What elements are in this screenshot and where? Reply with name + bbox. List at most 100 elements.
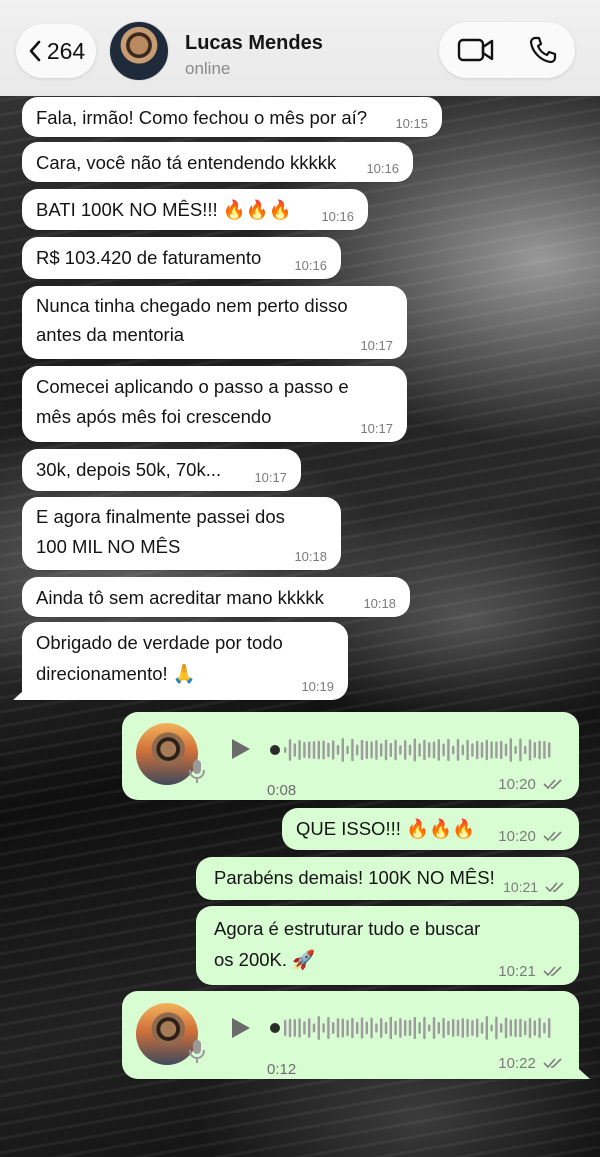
audio-duration: 0:12 xyxy=(267,1061,297,1078)
waveform-bar xyxy=(370,1017,373,1039)
message-time: 10:21 xyxy=(498,964,565,980)
message-outgoing[interactable]: Parabéns demais! 100K NO MÊS! 10:21 xyxy=(196,857,579,900)
contact-name[interactable]: Lucas Mendes xyxy=(185,32,323,55)
message-incoming[interactable]: 30k, depois 50k, 70k... 10:17 xyxy=(22,449,301,491)
microphone-icon xyxy=(189,760,205,783)
double-check-icon xyxy=(543,831,562,842)
waveform-bar xyxy=(456,1019,460,1037)
message-text: Agora é estruturar tudo e buscar xyxy=(214,918,481,939)
time-text: 10:20 xyxy=(498,828,536,845)
message-text: QUE ISSO!!! 🔥🔥🔥 xyxy=(296,818,476,839)
audio-waveform[interactable] xyxy=(270,737,560,763)
message-text: R$ 103.420 de faturamento xyxy=(36,247,262,268)
waveform-bar xyxy=(432,1017,436,1039)
waveform-bar xyxy=(428,1024,431,1032)
waveform-bar xyxy=(356,744,359,756)
waveform-bar xyxy=(476,1018,479,1038)
message-text: Cara, você não tá entendendo kkkkk xyxy=(36,152,337,173)
message-outgoing[interactable]: QUE ISSO!!! 🔥🔥🔥 10:20 xyxy=(282,808,579,850)
message-time: 10:15 xyxy=(395,116,428,131)
message-incoming[interactable]: Comecei aplicando o passo a passo e mês … xyxy=(22,366,407,442)
audio-waveform[interactable] xyxy=(270,1015,560,1041)
waveform-bar xyxy=(351,738,354,762)
message-time: 10:16 xyxy=(321,209,354,224)
back-button[interactable]: 264 xyxy=(16,24,96,78)
contact-avatar[interactable] xyxy=(109,21,169,81)
waveform-bar xyxy=(408,744,412,756)
chevron-left-icon xyxy=(29,40,41,62)
waveform-bar xyxy=(538,1017,541,1039)
play-icon[interactable] xyxy=(230,737,252,761)
waveform-bar xyxy=(528,1017,532,1039)
waveform-bar xyxy=(404,740,407,760)
waveform-bar xyxy=(356,1021,359,1035)
message-text: os 200K. 🚀 xyxy=(214,949,316,970)
waveform-bar xyxy=(524,745,527,755)
message-time: 10:21 xyxy=(503,879,567,895)
message-time: 10:17 xyxy=(360,421,393,436)
waveform-bar xyxy=(533,742,536,758)
waveform-bar xyxy=(490,1024,493,1032)
waveform-bar xyxy=(519,1018,522,1038)
message-incoming[interactable]: BATI 100K NO MÊS!!! 🔥🔥🔥 10:16 xyxy=(22,189,368,230)
waveform-bar xyxy=(461,744,464,756)
message-incoming[interactable]: Ainda tô sem acreditar mano kkkkk 10:18 xyxy=(22,577,410,617)
waveform-bar xyxy=(284,747,287,753)
waveform-bar xyxy=(495,1016,498,1040)
waveform-bar xyxy=(404,1019,407,1037)
unread-count: 264 xyxy=(46,37,86,64)
waveform-bar xyxy=(399,745,402,755)
waveform-bar xyxy=(384,1021,388,1035)
message-outgoing[interactable]: Agora é estruturar tudo e buscar os 200K… xyxy=(196,906,579,985)
playhead-dot[interactable] xyxy=(270,1023,280,1033)
waveform-bar xyxy=(327,1016,330,1040)
waveform-bar xyxy=(317,1016,320,1040)
audio-message-outgoing[interactable]: 0:08 10:20 xyxy=(122,712,579,800)
waveform-bar xyxy=(341,1018,344,1038)
waveform-bar xyxy=(471,743,474,757)
message-incoming[interactable]: Nunca tinha chegado nem perto disso ante… xyxy=(22,286,407,359)
message-time: 10:16 xyxy=(294,258,327,273)
waveform-bar xyxy=(317,740,320,760)
waveform-bar xyxy=(509,1019,512,1037)
waveform-bar xyxy=(442,1017,445,1039)
message-time: 10:20 xyxy=(498,829,565,845)
waveform-bar xyxy=(456,739,460,761)
waveform-bar xyxy=(303,742,306,758)
message-incoming[interactable]: Fala, irmão! Como fechou o mês por aí? 1… xyxy=(22,97,442,137)
waveform-bar xyxy=(452,745,455,755)
message-incoming[interactable]: Cara, você não tá entendendo kkkkk 10:16 xyxy=(22,142,413,182)
waveform-bar xyxy=(399,1018,402,1038)
waveform-bar xyxy=(418,743,421,757)
waveform-bar xyxy=(284,1019,287,1037)
message-text: BATI 100K NO MÊS!!! 🔥🔥🔥 xyxy=(36,199,292,220)
play-icon[interactable] xyxy=(230,1016,252,1040)
waveform-bar xyxy=(288,1018,292,1038)
waveform-bar xyxy=(389,742,392,758)
message-incoming[interactable]: R$ 103.420 de faturamento 10:16 xyxy=(22,237,341,279)
message-incoming[interactable]: Obrigado de verdade por todo direcioname… xyxy=(22,622,348,700)
video-camera-icon[interactable] xyxy=(457,36,495,64)
waveform-bar xyxy=(298,740,301,760)
waveform-bar xyxy=(466,1018,469,1038)
message-incoming[interactable]: E agora finalmente passei dos 100 MIL NO… xyxy=(22,497,341,570)
message-text: Parabéns demais! 100K NO MÊS! xyxy=(214,867,495,888)
waveform-bar xyxy=(288,739,292,761)
message-text: E agora finalmente passei dos xyxy=(36,506,285,527)
waveform-bar xyxy=(351,1017,354,1039)
waveform-bar xyxy=(514,745,517,755)
waveform-bar xyxy=(533,1020,536,1036)
waveform-bar xyxy=(476,740,479,760)
time-text: 10:22 xyxy=(498,1055,536,1072)
playhead-dot[interactable] xyxy=(270,745,280,755)
audio-message-outgoing[interactable]: 0:12 10:22 xyxy=(122,991,579,1079)
waveform-bar xyxy=(490,741,493,759)
waveform-bar xyxy=(442,743,445,757)
message-text: 30k, depois 50k, 70k... xyxy=(36,459,222,480)
message-text: Obrigado de verdade por todo xyxy=(36,632,283,653)
waveform-bar xyxy=(471,1020,474,1036)
waveform-bar xyxy=(394,739,397,761)
phone-icon[interactable] xyxy=(528,35,558,65)
waveform-bar xyxy=(485,1016,488,1040)
waveform-bar xyxy=(428,742,431,758)
